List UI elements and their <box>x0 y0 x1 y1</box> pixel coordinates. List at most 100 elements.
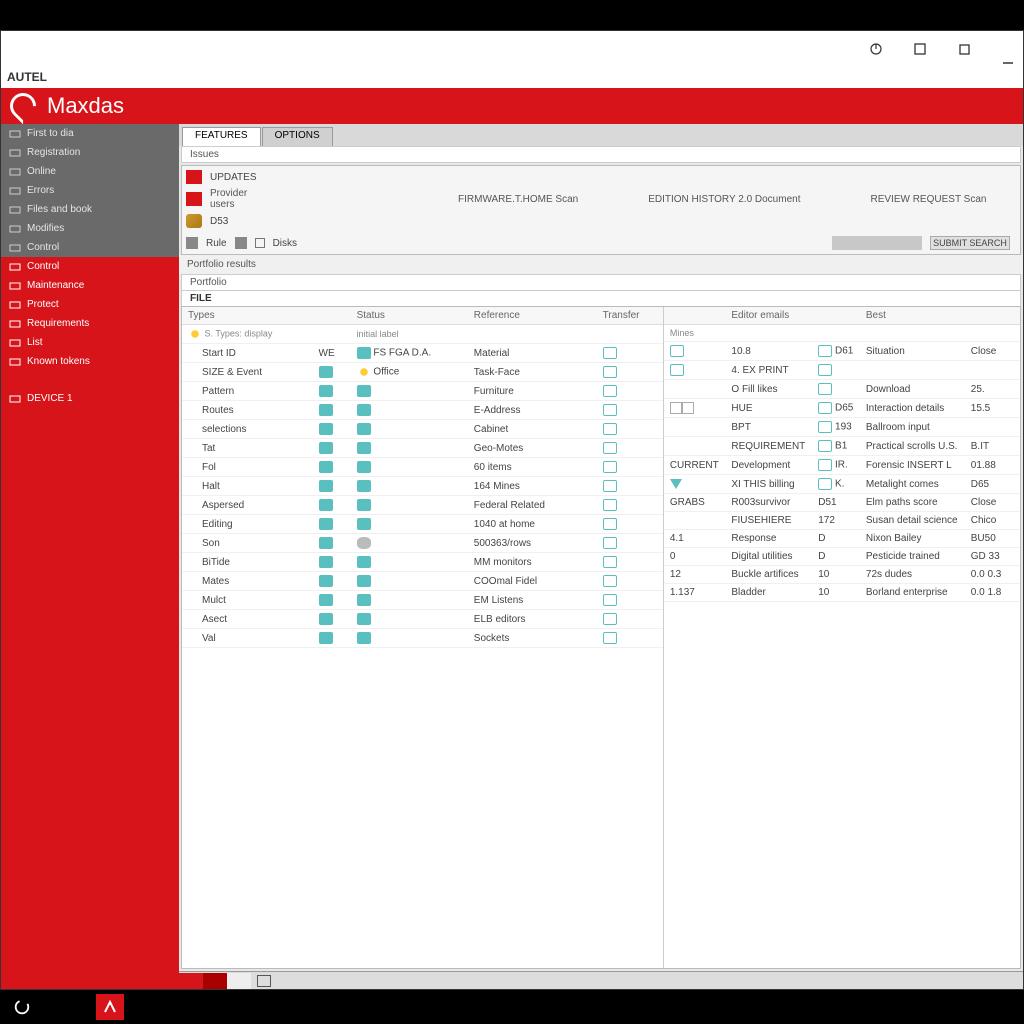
table-row[interactable]: Fol 60 items <box>182 458 663 477</box>
table-row[interactable]: Mates COOmal Fidel <box>182 572 663 591</box>
link-firmware[interactable]: FIRMWARE.T.HOME Scan <box>458 194 578 205</box>
table-row[interactable]: Tat Geo-Motes <box>182 439 663 458</box>
search-button[interactable]: SUBMIT SEARCH <box>930 236 1010 250</box>
nav-icon <box>9 319 21 329</box>
sidebar-item-4[interactable]: Files and book <box>1 200 179 219</box>
sidebar-footer-0[interactable]: DEVICE 1 <box>1 389 179 408</box>
table-row[interactable]: BPT 193Ballroom input <box>664 418 1020 437</box>
table-row[interactable]: CURRENTDevelopment IR.Forensic INSERT L0… <box>664 456 1020 475</box>
table-row[interactable]: Halt 164 Mines <box>182 477 663 496</box>
sidebar-item-6[interactable]: Control <box>1 238 179 257</box>
col-header[interactable]: Reference <box>468 307 581 325</box>
footer-tab-3[interactable] <box>227 973 251 989</box>
transfer-icon <box>603 499 617 511</box>
table-row[interactable]: 12Buckle artifices1072s dudes0.0 0.3 <box>664 566 1020 584</box>
col-header[interactable] <box>812 307 860 325</box>
table-row[interactable]: Mulct EM Listens <box>182 591 663 610</box>
col-header[interactable]: Transfer <box>597 307 663 325</box>
panel-subhead2: FILE <box>181 291 1021 306</box>
table-row[interactable]: Editing 1040 at home <box>182 515 663 534</box>
search-input[interactable] <box>832 236 922 250</box>
nav-icon <box>9 205 21 215</box>
col-header[interactable] <box>664 307 726 325</box>
cell-icon <box>319 423 333 435</box>
maximize2-icon[interactable] <box>957 42 971 56</box>
cell-icon <box>319 518 333 530</box>
table-row[interactable]: Val Sockets <box>182 629 663 648</box>
tab-options[interactable]: OPTIONS <box>262 127 333 146</box>
link-edition[interactable]: EDITION HISTORY 2.0 Document <box>648 194 800 205</box>
app-label: AUTEL <box>7 70 47 84</box>
table-row[interactable]: Pattern Furniture <box>182 382 663 401</box>
col-header[interactable] <box>965 307 1008 325</box>
col-header[interactable] <box>1008 307 1020 325</box>
col-header[interactable]: Types <box>182 307 313 325</box>
table-row[interactable]: 0Digital utilitiesDPesticide trainedGD 3… <box>664 548 1020 566</box>
disks-label[interactable]: Disks <box>273 238 297 249</box>
taskbar-app-icon[interactable] <box>96 994 124 1020</box>
nav-icon <box>9 167 21 177</box>
sidebar-bitem-2[interactable]: Protect <box>1 295 179 314</box>
table-row[interactable]: Start IDWE FS FGA D.A.Material <box>182 344 663 363</box>
table-row[interactable]: O Fill likes Download25. <box>664 380 1020 399</box>
sidebar-bitem-5[interactable]: Known tokens <box>1 352 179 371</box>
col-header[interactable] <box>580 307 596 325</box>
footer-tab-2[interactable] <box>203 973 227 989</box>
sidebar-bitem-1[interactable]: Maintenance <box>1 276 179 295</box>
sidebar-bitem-0[interactable]: Control <box>1 257 179 276</box>
table-row[interactable]: Son 500363/rows <box>182 534 663 553</box>
table-row[interactable]: BiTide MM monitors <box>182 553 663 572</box>
footer-tabbar <box>179 971 1023 989</box>
sidebar-item-0[interactable]: First to dia <box>1 124 179 143</box>
brand-logo-icon <box>9 92 37 120</box>
footer-box-icon[interactable] <box>257 975 271 987</box>
col-header[interactable]: Best <box>860 307 965 325</box>
table-row[interactable]: SIZE & Event OfficeTask-Face <box>182 363 663 382</box>
footer-tab-1[interactable] <box>179 973 203 989</box>
transfer-icon <box>603 404 617 416</box>
table-row[interactable]: 1.137Bladder10Borland enterprise0.0 1.8 <box>664 584 1020 602</box>
cell-icon <box>682 402 694 414</box>
table-row[interactable]: 4.1ResponseDNixon BaileyBU50 <box>664 530 1020 548</box>
sidebar-bitem-4[interactable]: List <box>1 333 179 352</box>
table-row[interactable]: selections Cabinet <box>182 420 663 439</box>
maximize-icon[interactable] <box>913 42 927 56</box>
transfer-icon <box>603 347 617 359</box>
table-row[interactable]: Asect ELB editors <box>182 610 663 629</box>
transfer-icon <box>603 518 617 530</box>
status-icon <box>357 461 371 473</box>
cell-icon <box>818 345 832 357</box>
table-row[interactable]: GRABSR003survivorD51Elm paths scoreClose <box>664 494 1020 512</box>
sidebar-item-5[interactable]: Modifies <box>1 219 179 238</box>
table-row[interactable]: XI THIS billing K.Metalight comesD65 <box>664 475 1020 494</box>
col-header[interactable]: Editor emails <box>725 307 812 325</box>
sidebar-item-3[interactable]: Errors <box>1 181 179 200</box>
panel-subhead: Portfolio <box>181 274 1021 291</box>
transfer-icon <box>603 480 617 492</box>
table-row[interactable]: Aspersed Federal Related <box>182 496 663 515</box>
restore-down-icon[interactable] <box>869 42 883 56</box>
checkbox-disks[interactable] <box>255 238 265 248</box>
table-row[interactable]: Routes E-Address <box>182 401 663 420</box>
status-icon <box>357 385 371 397</box>
table-row[interactable]: HUE D65Interaction details15.5 <box>664 399 1020 418</box>
sidebar-bitem-3[interactable]: Requirements <box>1 314 179 333</box>
col-header[interactable]: Status <box>351 307 468 325</box>
table-row[interactable]: 4. EX PRINT <box>664 361 1020 380</box>
table-row[interactable]: REQUIREMENT B1Practical scrolls U.S.B.IT <box>664 437 1020 456</box>
minimize-icon[interactable] <box>1001 52 1015 66</box>
sidebar-item-1[interactable]: Registration <box>1 143 179 162</box>
transfer-icon <box>603 461 617 473</box>
tab-features[interactable]: FEATURES <box>182 127 261 146</box>
rule-label[interactable]: Rule <box>206 238 227 249</box>
link-review[interactable]: REVIEW REQUEST Scan <box>870 194 986 205</box>
cell-icon <box>670 402 682 414</box>
table-row[interactable]: 10.8 D61SituationClose <box>664 342 1020 361</box>
sidebar-item-2[interactable]: Online <box>1 162 179 181</box>
brand-bar: Maxdas <box>1 88 1023 124</box>
subtab[interactable]: Issues <box>181 146 1021 163</box>
table-row[interactable]: FIUSEHIERE172Susan detail scienceChico <box>664 512 1020 530</box>
col-header[interactable] <box>313 307 351 325</box>
cell-icon <box>818 383 832 395</box>
start-button[interactable] <box>8 994 36 1020</box>
